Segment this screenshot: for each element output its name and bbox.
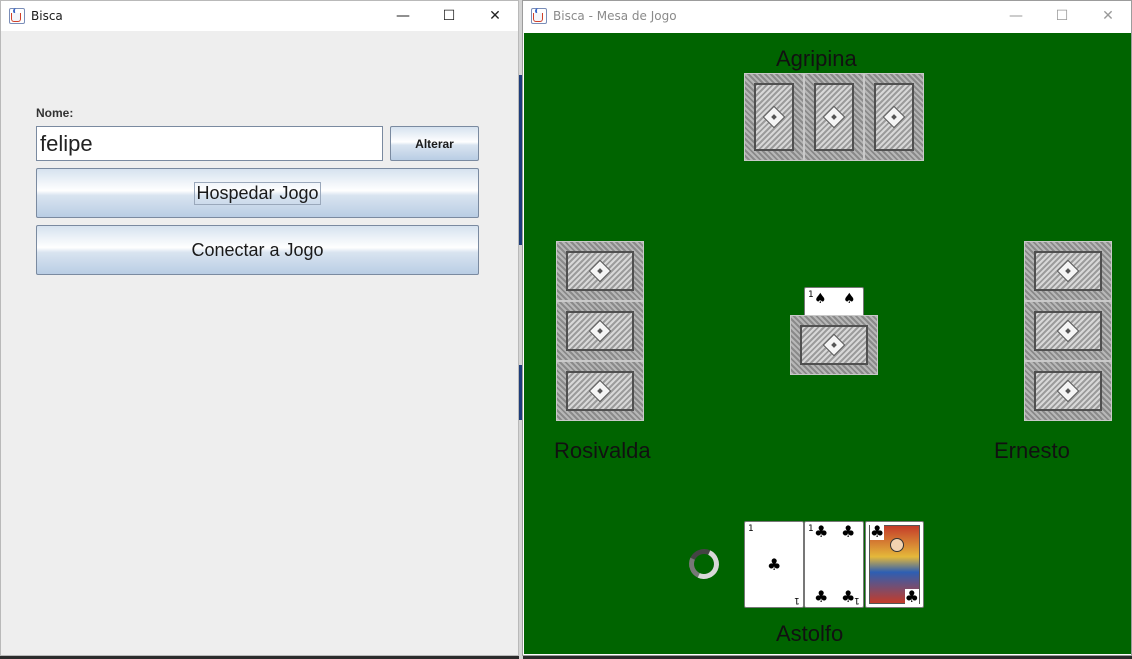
opponent-card-back [804,73,864,161]
close-icon: ✕ [489,8,501,24]
maximize-button[interactable]: ☐ [1039,1,1085,31]
card-rank: 1 [854,595,860,605]
close-icon: ✕ [1102,8,1114,24]
window-title: Bisca - Mesa de Jogo [553,9,677,23]
player-name-left: Rosivalda [554,438,651,463]
player-name-top: Agripina [776,46,857,71]
club-icon: ♣ [841,522,856,541]
game-table-window: Bisca - Mesa de Jogo — ☐ ✕ Agripina Rosi… [522,0,1132,656]
draw-deck[interactable] [790,315,878,375]
opponent-card-back [556,301,644,361]
bisca-window: Bisca — ☐ ✕ Nome: felipe Alterar Hospeda… [0,0,519,656]
title-bar[interactable]: Bisca - Mesa de Jogo — ☐ ✕ [523,1,1131,31]
minimize-button[interactable]: — [380,1,426,31]
hand-card[interactable]: ♣ ♣ [865,521,924,608]
club-icon: ♣ [814,522,829,541]
alterar-button[interactable]: Alterar [390,126,479,161]
spade-icon: ♠ [843,291,856,307]
minimize-icon: — [396,8,410,24]
opponent-card-back [556,361,644,421]
name-label: Nome: [36,106,74,120]
card-rank: 1 [808,524,814,534]
loading-spinner-icon [684,544,724,584]
club-icon: ♣ [814,587,829,606]
maximize-icon: ☐ [442,8,456,24]
hand-card[interactable]: 1 ♣ ♣ ♣ ♣ 1 [804,521,864,608]
spade-icon: ♠ [814,291,827,307]
opponent-card-back [1024,241,1112,301]
player-name-bottom: Astolfo [776,621,844,646]
close-button[interactable]: ✕ [472,1,518,31]
maximize-icon: ☐ [1055,8,1069,24]
connect-game-button[interactable]: Conectar a Jogo [36,225,479,275]
opponent-card-back [1024,361,1112,421]
minimize-icon: — [1009,8,1023,24]
hand-card[interactable]: 1 ♣ 1 [744,521,804,608]
maximize-button[interactable]: ☐ [426,1,472,31]
game-table: Agripina Rosivalda Ernesto 1 ♠ ♠ 1 ♣ 1 1 [524,33,1131,654]
opponent-card-back [556,241,644,301]
player-name-right: Ernesto [994,438,1070,463]
host-game-label: Hospedar Jogo [194,181,321,205]
opponent-card-back [864,73,924,161]
card-rank: 1 [748,524,754,534]
close-button[interactable]: ✕ [1085,1,1131,31]
club-icon: ♣ [767,555,782,574]
card-rank: 1 [794,595,800,605]
host-game-button[interactable]: Hospedar Jogo [36,168,479,218]
club-icon: ♣ [870,522,885,541]
opponent-card-back [1024,301,1112,361]
opponent-card-back [744,73,804,161]
club-icon: ♣ [904,587,919,606]
window-title: Bisca [31,9,63,23]
minimize-button[interactable]: — [993,1,1039,31]
java-icon [531,8,547,24]
java-icon [9,8,25,24]
card-rank: 1 [808,290,814,300]
name-input[interactable]: felipe [36,126,383,161]
title-bar[interactable]: Bisca — ☐ ✕ [1,1,518,31]
